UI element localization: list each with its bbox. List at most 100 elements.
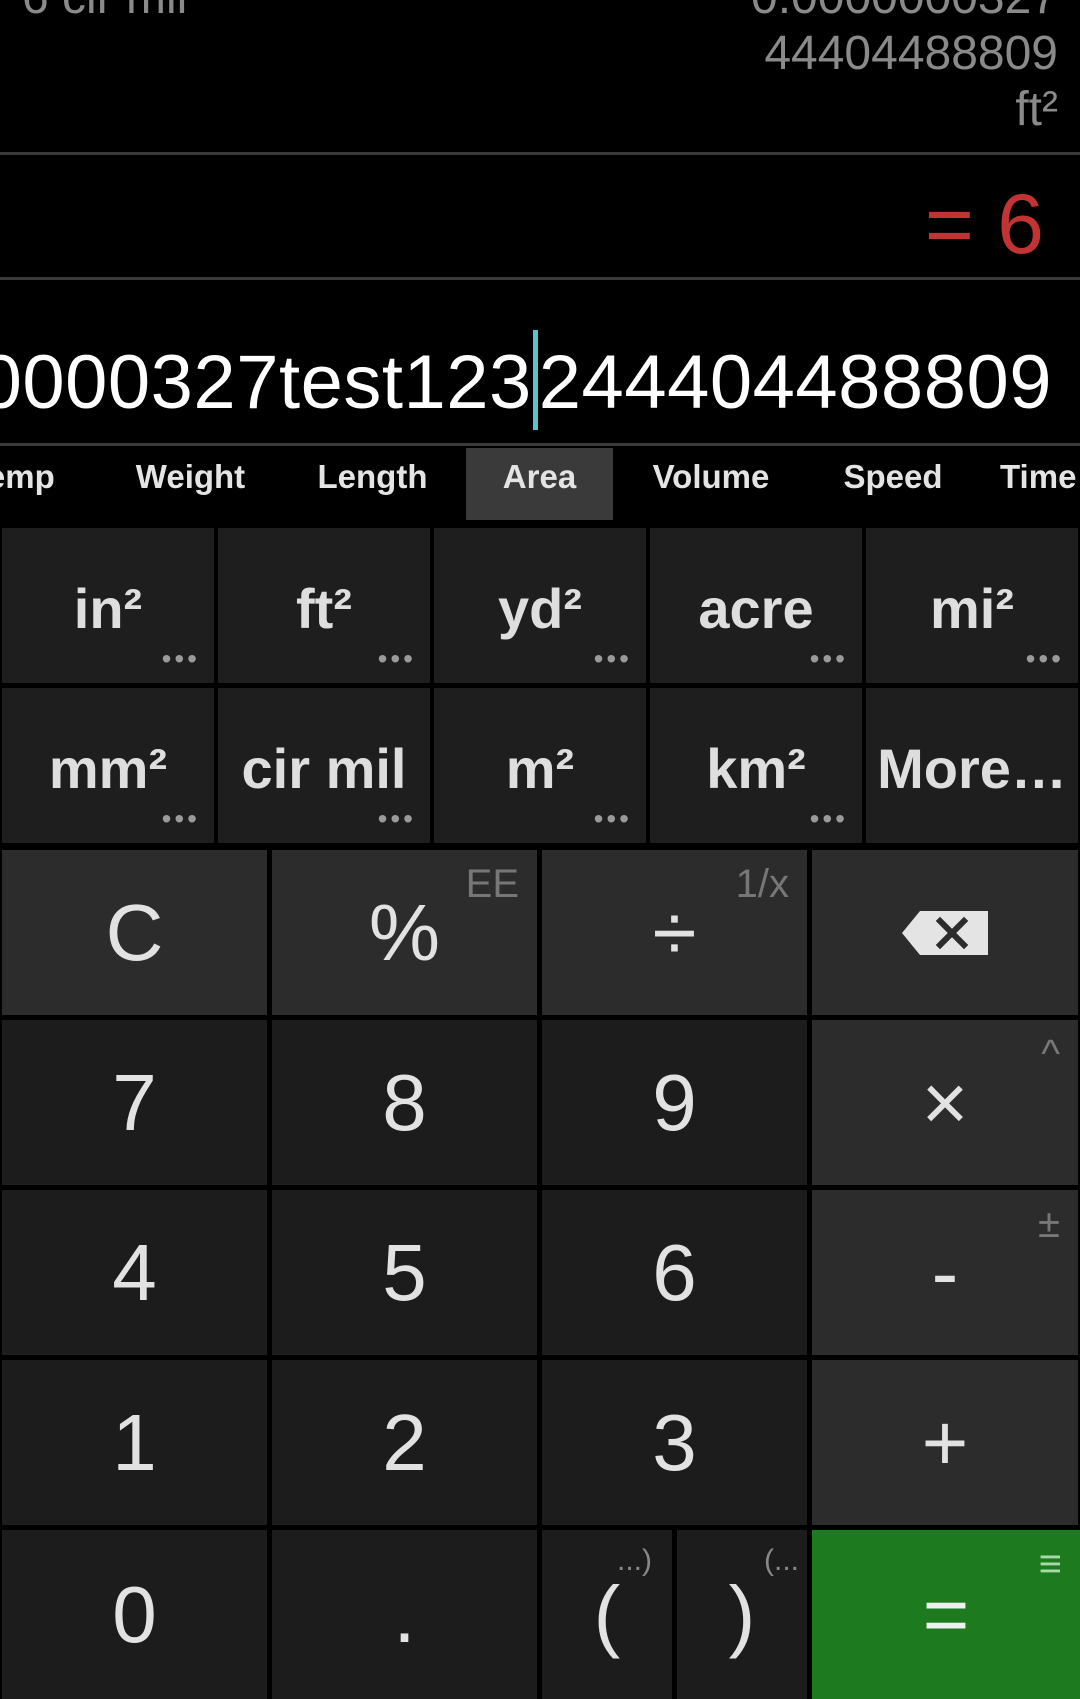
digit-label: 6	[652, 1227, 697, 1317]
tab-temp[interactable]: Temp	[0, 448, 72, 520]
decimal-label: .	[393, 1569, 416, 1659]
plus-minus-sublabel: ±	[1038, 1202, 1060, 1246]
power-sublabel: ^	[1041, 1032, 1060, 1076]
digit-label: 3	[652, 1397, 697, 1487]
digit-7-button[interactable]: 7	[2, 1020, 267, 1185]
tab-time[interactable]: Time	[1000, 448, 1080, 520]
percent-button[interactable]: % EE	[272, 850, 537, 1015]
more-options-icon[interactable]: •••	[378, 803, 416, 835]
digit-6-button[interactable]: 6	[542, 1190, 807, 1355]
history-result-line: 0.0000000327	[558, 0, 1058, 26]
result-value: = 6	[924, 177, 1044, 271]
history-panel[interactable]: 6 cir mil 0.0000000327 44404488809 ft²	[0, 0, 1080, 152]
multiply-label: ×	[921, 1057, 969, 1147]
menu-lines-icon: ≡	[1038, 1542, 1062, 1586]
digit-8-button[interactable]: 8	[272, 1020, 537, 1185]
plus-label: +	[921, 1397, 969, 1487]
text-cursor	[532, 330, 538, 430]
more-options-icon[interactable]: •••	[162, 643, 200, 675]
plus-button[interactable]: +	[812, 1360, 1078, 1525]
close-paren-button[interactable]: ) (...	[677, 1530, 807, 1699]
more-options-icon[interactable]: •••	[162, 803, 200, 835]
unit-label: cir mil	[241, 737, 407, 800]
open-paren-label: (	[593, 1569, 621, 1659]
keypad: C % EE ÷ 1/x 7 8 9 × ^ 4 5 6 - ± 1 2 3 +…	[0, 848, 1080, 1699]
digit-label: 2	[382, 1397, 427, 1487]
digit-label: 1	[112, 1397, 157, 1487]
unit-label: yd²	[498, 577, 582, 640]
unit-mi2-button[interactable]: mi² •••	[866, 528, 1078, 683]
result-panel: = 6	[0, 156, 1080, 276]
multiply-button[interactable]: × ^	[812, 1020, 1078, 1185]
category-tabs: Temp Weight Length Area Volume Speed Tim…	[0, 448, 1080, 520]
unit-label: mm²	[48, 737, 168, 800]
unit-grid: in² ••• ft² ••• yd² ••• acre ••• mi² •••…	[0, 526, 1080, 846]
history-result-unit: ft²	[1015, 83, 1058, 136]
digit-2-button[interactable]: 2	[272, 1360, 537, 1525]
history-result-line: 44404488809	[764, 27, 1058, 80]
equals-button[interactable]: = ≡	[812, 1530, 1080, 1699]
unit-m2-button[interactable]: m² •••	[434, 688, 646, 843]
more-options-icon[interactable]: •••	[594, 643, 632, 675]
digit-5-button[interactable]: 5	[272, 1190, 537, 1355]
clear-button[interactable]: C	[2, 850, 267, 1015]
divide-button[interactable]: ÷ 1/x	[542, 850, 807, 1015]
more-options-icon[interactable]: •••	[810, 803, 848, 835]
unit-label: mi²	[930, 577, 1014, 640]
unit-label: m²	[505, 737, 575, 800]
backspace-button[interactable]	[812, 850, 1078, 1015]
open-paren-button[interactable]: ( ...)	[542, 1530, 672, 1699]
more-units-button[interactable]: More…	[866, 688, 1078, 843]
digit-label: 0	[112, 1569, 157, 1659]
input-divider	[0, 443, 1080, 446]
more-options-icon[interactable]: •••	[378, 643, 416, 675]
more-options-icon[interactable]: •••	[810, 643, 848, 675]
close-paren-sublabel: (...	[764, 1544, 799, 1577]
unit-yd2-button[interactable]: yd² •••	[434, 528, 646, 683]
unit-label: acre	[698, 577, 814, 640]
more-options-icon[interactable]: •••	[1026, 643, 1064, 675]
close-paren-label: )	[728, 1569, 756, 1659]
history-result: 0.0000000327 44404488809 ft²	[558, 0, 1058, 138]
digit-label: 5	[382, 1227, 427, 1317]
expression-input[interactable]: 0000327test123244404488809	[0, 280, 1080, 445]
unit-acre-button[interactable]: acre •••	[650, 528, 862, 683]
unit-km2-button[interactable]: km² •••	[650, 688, 862, 843]
tab-weight[interactable]: Weight	[108, 448, 273, 520]
unit-label: More…	[877, 737, 1067, 800]
digit-9-button[interactable]: 9	[542, 1020, 807, 1185]
backspace-icon	[902, 910, 988, 955]
unit-label: in²	[73, 577, 143, 640]
digit-label: 4	[112, 1227, 157, 1317]
expression-after-cursor: 244404488809	[538, 340, 1052, 425]
digit-label: 8	[382, 1057, 427, 1147]
decimal-point-button[interactable]: .	[272, 1530, 537, 1699]
digit-4-button[interactable]: 4	[2, 1190, 267, 1355]
reciprocal-sublabel: 1/x	[735, 862, 789, 906]
tab-area[interactable]: Area	[466, 448, 613, 520]
unit-in2-button[interactable]: in² •••	[2, 528, 214, 683]
tab-speed[interactable]: Speed	[812, 448, 974, 520]
history-divider	[0, 152, 1080, 155]
digit-1-button[interactable]: 1	[2, 1360, 267, 1525]
expression-before-cursor: 0000327test123	[0, 340, 532, 425]
digit-3-button[interactable]: 3	[542, 1360, 807, 1525]
digit-label: 9	[652, 1057, 697, 1147]
open-paren-sublabel: ...)	[617, 1544, 652, 1577]
unit-mm2-button[interactable]: mm² •••	[2, 688, 214, 843]
minus-button[interactable]: - ±	[812, 1190, 1078, 1355]
clear-label: C	[105, 887, 164, 977]
ee-sublabel: EE	[465, 862, 519, 906]
unit-ft2-button[interactable]: ft² •••	[218, 528, 430, 683]
unit-cir-mil-button[interactable]: cir mil •••	[218, 688, 430, 843]
more-options-icon[interactable]: •••	[594, 803, 632, 835]
digit-label: 7	[112, 1057, 157, 1147]
unit-label: km²	[706, 737, 806, 800]
tab-length[interactable]: Length	[290, 448, 455, 520]
unit-label: ft²	[296, 577, 352, 640]
calculator-screen: 6 cir mil 0.0000000327 44404488809 ft² =…	[0, 0, 1080, 1699]
digit-0-button[interactable]: 0	[2, 1530, 267, 1699]
expression-text[interactable]: 0000327test123244404488809	[0, 330, 1052, 430]
tab-volume[interactable]: Volume	[630, 448, 792, 520]
history-input: 6 cir mil	[22, 0, 187, 25]
